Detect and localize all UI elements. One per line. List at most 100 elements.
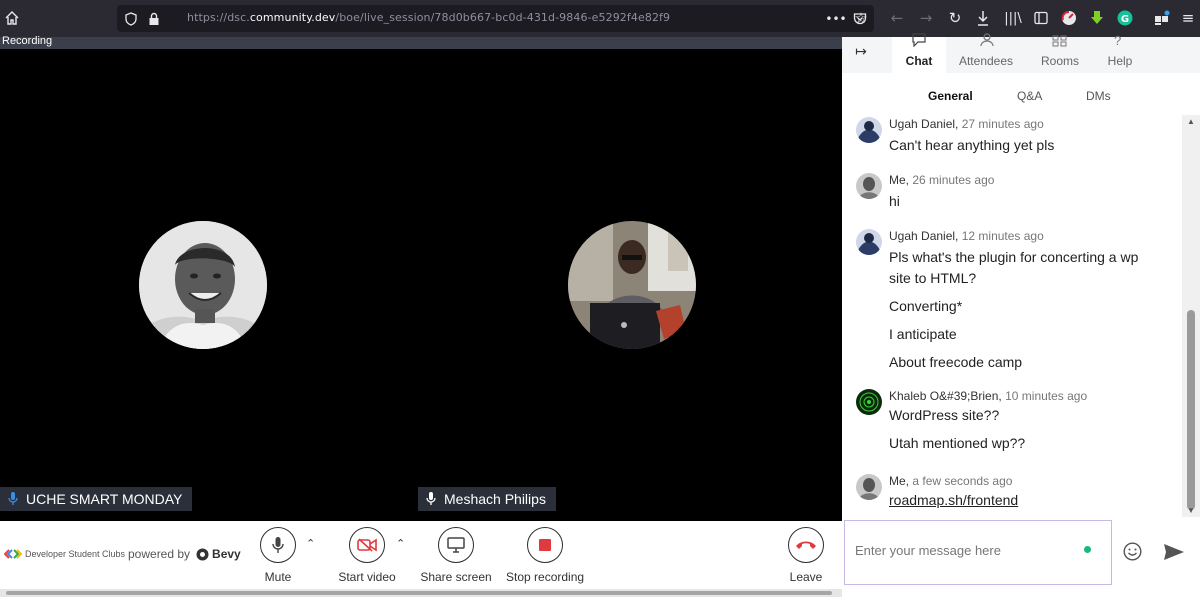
message-header: Me, a few seconds ago: [889, 474, 1012, 488]
message-text: Utah mentioned wp??: [889, 435, 1026, 451]
message-author: Ugah Daniel,: [889, 117, 959, 131]
message-text: Pls what's the plugin for concerting a w…: [889, 249, 1139, 265]
reload-icon[interactable]: ↻: [945, 8, 965, 28]
help-question-icon: ?: [1114, 33, 1122, 48]
tab-chat-label: Chat: [905, 54, 933, 68]
shield-icon[interactable]: [121, 9, 141, 29]
message-header: Me, 26 minutes ago: [889, 173, 994, 187]
tab-help[interactable]: ? Help: [1098, 33, 1142, 73]
message-time: 27 minutes ago: [961, 117, 1044, 131]
recording-label: Recording: [2, 35, 53, 47]
attendees-icon: [978, 33, 996, 50]
message-author: Khaleb O&#39;Brien,: [889, 389, 1002, 403]
avatar: [856, 389, 882, 415]
mute-button[interactable]: Mute: [249, 527, 307, 584]
microphone-icon[interactable]: [260, 527, 296, 563]
message-time: 12 minutes ago: [961, 229, 1044, 243]
video-stage: Recording UCHE SMART MONDAY Meshach Phil…: [0, 35, 842, 521]
message-input[interactable]: [855, 543, 1075, 558]
url-bar[interactable]: https://dsc.community.dev/boe/live_sessi…: [117, 5, 874, 32]
leave-button[interactable]: Leave: [780, 527, 832, 584]
stop-recording-label: Stop recording: [506, 570, 585, 584]
back-arrow-icon[interactable]: ←: [887, 8, 907, 28]
stop-recording-button[interactable]: Stop recording: [506, 527, 584, 584]
mic-icon: [8, 492, 18, 506]
menu-icon[interactable]: ≡: [1178, 8, 1198, 28]
panel-tabs: ↦ Chat Attendees Rooms ? Help: [842, 33, 1200, 73]
message-time: 26 minutes ago: [912, 173, 995, 187]
avatar: [856, 173, 882, 199]
message-composer[interactable]: [844, 520, 1112, 585]
extension-gauge-icon[interactable]: [1059, 8, 1079, 28]
send-icon[interactable]: [1163, 543, 1185, 566]
grammarly-icon[interactable]: G: [1115, 8, 1135, 28]
share-screen-label: Share screen: [420, 570, 492, 584]
recording-strip: Recording: [0, 35, 842, 49]
horizontal-scrollbar-thumb[interactable]: [6, 591, 832, 595]
home-icon[interactable]: [2, 8, 22, 28]
share-screen-button[interactable]: Share screen: [420, 527, 492, 584]
lock-icon[interactable]: [144, 9, 164, 29]
message-text: WordPress site??: [889, 407, 1000, 423]
brand-name: Developer Student Clubs: [25, 549, 126, 559]
avatar: [856, 229, 882, 255]
video-off-icon[interactable]: [349, 527, 385, 563]
message-link[interactable]: roadmap.sh/frontend: [889, 492, 1018, 508]
more-options-icon[interactable]: •••: [825, 9, 846, 29]
download-icon[interactable]: [973, 8, 993, 28]
chat-scrollbar[interactable]: ▲ ▼: [1182, 115, 1200, 517]
bevy-text: Bevy: [212, 547, 241, 561]
start-video-button[interactable]: Start video: [336, 527, 398, 584]
stop-square-icon[interactable]: [527, 527, 563, 563]
dsc-logo: Developer Student Clubs: [4, 549, 125, 559]
subtab-qa[interactable]: Q&A: [1017, 89, 1042, 103]
mute-label: Mute: [264, 570, 292, 584]
mute-options-chevron-up-icon[interactable]: ⌃: [306, 537, 315, 550]
message-text: Converting*: [889, 298, 963, 314]
participant-avatar: [568, 221, 696, 349]
message-header: Khaleb O&#39;Brien, 10 minutes ago: [889, 389, 1087, 403]
tab-chat[interactable]: Chat: [892, 33, 946, 73]
participant-avatar: [139, 221, 267, 349]
tab-rooms-label: Rooms: [1040, 54, 1079, 68]
bevy-logo-icon: [196, 548, 209, 561]
avatar: [856, 117, 882, 143]
subtab-general[interactable]: General: [928, 89, 973, 103]
library-icon[interactable]: |||\: [1003, 8, 1023, 28]
emoji-icon[interactable]: [1123, 542, 1142, 566]
extensions-icon[interactable]: [1152, 8, 1172, 28]
subtab-dms[interactable]: DMs: [1086, 89, 1111, 103]
tab-rooms[interactable]: Rooms: [1032, 35, 1088, 73]
svg-text:G: G: [1121, 14, 1129, 25]
collapse-panel-arrow-icon[interactable]: ↦: [850, 41, 872, 63]
chat-messages: Ugah Daniel, 27 minutes ago Can't hear a…: [842, 115, 1182, 517]
chat-bubble-icon: [911, 33, 927, 50]
sidebar-icon[interactable]: [1031, 8, 1051, 28]
extension-download-icon[interactable]: [1087, 8, 1107, 28]
message-text: site to HTML?: [889, 270, 977, 286]
avatar: [856, 474, 882, 500]
call-controls-toolbar: Developer Student Clubs powered by Bevy …: [0, 521, 842, 589]
tab-attendees[interactable]: Attendees: [954, 33, 1018, 73]
message-header: Ugah Daniel, 27 minutes ago: [889, 117, 1044, 131]
message-time: a few seconds ago: [912, 474, 1013, 488]
bookmark-star-icon[interactable]: ☆: [851, 8, 871, 28]
hang-up-phone-icon[interactable]: [788, 527, 824, 563]
monitor-icon[interactable]: [438, 527, 474, 563]
message-author: Me,: [889, 173, 910, 187]
browser-toolbar: https://dsc.community.dev/boe/live_sessi…: [0, 0, 1200, 37]
scroll-up-icon[interactable]: ▲: [1187, 117, 1195, 126]
message-text: Can't hear anything yet pls: [889, 137, 1055, 153]
forward-arrow-icon[interactable]: →: [916, 8, 936, 28]
status-dot: [1084, 546, 1091, 553]
participant-name-tag: UCHE SMART MONDAY: [0, 487, 193, 511]
participant-name: UCHE SMART MONDAY: [26, 491, 183, 507]
mic-icon: [426, 492, 436, 506]
chat-scrollbar-thumb[interactable]: [1187, 310, 1195, 510]
video-options-chevron-up-icon[interactable]: ⌃: [396, 537, 405, 550]
tab-help-label: Help: [1107, 54, 1133, 68]
scroll-down-icon[interactable]: ▼: [1187, 506, 1195, 515]
message-text: About freecode camp: [889, 354, 1023, 370]
powered-by: powered by Bevy: [128, 547, 241, 561]
horizontal-scrollbar[interactable]: [0, 589, 842, 597]
